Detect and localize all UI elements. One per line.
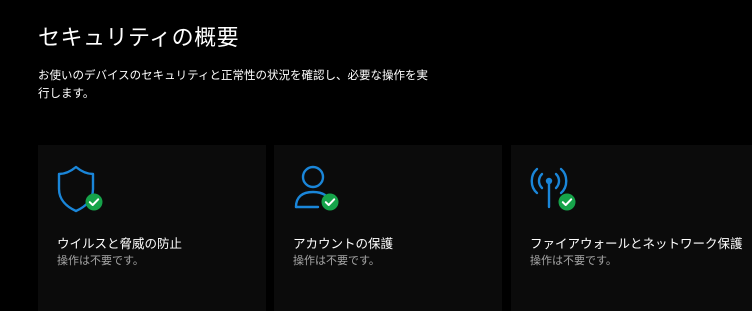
status-tiles: ウイルスと脅威の防止 操作は不要です。 アカウントの保護 操作は不要です。 ファ…: [38, 145, 752, 311]
tile-icon-container: [292, 163, 348, 215]
tile-status: 操作は不要です。: [293, 254, 380, 267]
antenna-icon: [530, 167, 568, 209]
tile-title: ファイアウォールとネットワーク保護: [530, 236, 743, 251]
tile-firewall-network-protection[interactable]: ファイアウォールとネットワーク保護 操作は不要です。: [511, 145, 752, 311]
check-badge-icon: [85, 193, 103, 211]
tile-virus-threat-protection[interactable]: ウイルスと脅威の防止 操作は不要です。: [38, 145, 266, 311]
tile-title: ウイルスと脅威の防止: [57, 236, 183, 251]
page-title: セキュリティの概要: [38, 26, 240, 51]
security-overview-page: セキュリティの概要 お使いのデバイスのセキュリティと正常性の状況を確認し、必要な…: [0, 0, 752, 311]
check-badge-icon: [558, 193, 576, 211]
tile-icon-container: [56, 163, 112, 215]
tile-status: 操作は不要です。: [530, 254, 617, 267]
tile-icon-container: [529, 163, 585, 215]
person-icon: [294, 165, 327, 209]
tile-title: アカウントの保護: [293, 236, 394, 251]
shield-icon: [57, 165, 95, 213]
tile-status: 操作は不要です。: [57, 254, 144, 267]
page-description: お使いのデバイスのセキュリティと正常性の状況を確認し、必要な操作を実行します。: [38, 68, 428, 100]
tile-account-protection[interactable]: アカウントの保護 操作は不要です。: [274, 145, 502, 311]
check-badge-icon: [321, 193, 339, 211]
